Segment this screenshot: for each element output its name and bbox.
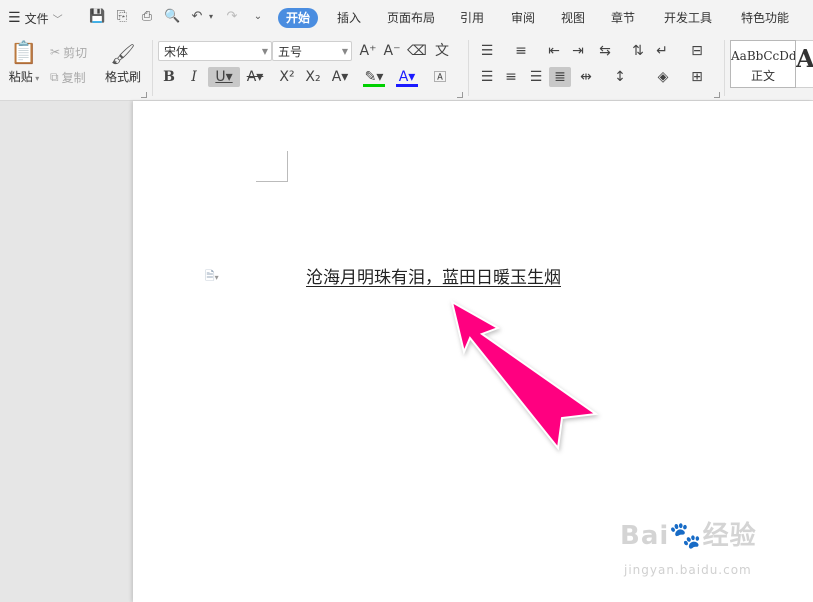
workspace-background [0,101,133,602]
tab-developer-tools[interactable]: 开发工具 [656,8,720,28]
line-spacing-icon[interactable]: ↕ [609,67,631,87]
clipboard-launcher-icon[interactable] [141,92,147,98]
align-right-icon[interactable]: ☰ [525,67,547,87]
paragraph-mark-icon[interactable]: ↵ [651,41,673,61]
tab-insert[interactable]: 插入 [329,8,369,28]
style-heading-sample: A [796,44,813,73]
tab-review[interactable]: 审阅 [503,8,543,28]
paragraph-launcher-icon[interactable] [714,92,720,98]
style-sample-text: AaBbCcDd [731,49,795,63]
chevron-down-icon: ﹀ [52,14,63,26]
paste-button[interactable]: 📋 粘贴 ▾ [6,40,42,85]
print-icon[interactable]: ⎙ [139,9,155,25]
document-text[interactable]: 沧海月明珠有泪，蓝田日暖玉生烟 [306,263,561,288]
cut-button[interactable]: ✂ 剪切 [50,42,87,62]
italic-icon[interactable]: I [183,67,205,87]
output-pdf-icon[interactable]: ⎘ [114,9,130,25]
file-menu-button[interactable]: ☰ 文件 ﹀ [8,6,63,30]
style-normal-label: 正文 [750,69,775,83]
top-menu-bar: ☰ 文件 ﹀ 💾 ⎘ ⎙ 🔍 ↶ ▾ ↷ ⌄ 开始 插入 页面布局 引用 审阅 … [0,0,813,36]
align-left-icon[interactable]: ☰ [476,67,498,87]
tab-stops-icon[interactable]: ⊟ [686,41,708,61]
text-effect-icon[interactable]: A▾ [329,67,351,87]
save-icon[interactable]: 💾 [89,9,105,25]
file-menu-label: 文件 [24,11,49,26]
tab-references[interactable]: 引用 [452,8,492,28]
font-color-icon[interactable]: A▾ [396,67,418,87]
chevron-down-icon: ▼ [341,47,348,56]
chinese-layout-icon[interactable]: ⇆ [594,41,616,61]
annotation-arrow-icon [450,299,599,451]
scissors-icon: ✂ [50,45,61,59]
paragraph-handle-icon[interactable]: 🗎▾ [205,267,229,283]
bullet-list-icon[interactable]: ☰ [476,41,498,61]
more-quick-access-icon[interactable]: ⌄ [250,9,266,25]
style-heading[interactable]: A [796,40,813,88]
cut-label: 剪切 [63,45,88,60]
undo-dropdown-icon[interactable]: ▾ [203,9,219,25]
font-name-value: 宋体 [164,45,189,59]
pinyin-guide-icon[interactable]: 文 [431,41,453,61]
hamburger-icon: ☰ [8,10,21,26]
underline-icon[interactable]: U▾ [208,67,240,87]
format-painter-label: 格式刷 [104,70,141,84]
font-launcher-icon[interactable] [457,92,463,98]
baidu-watermark-url: jingyan.baidu.com [624,563,752,577]
copy-button[interactable]: ⧉ 复制 [50,67,86,87]
page-margin-marker [256,151,288,182]
shading-icon[interactable]: ◈ [652,67,674,87]
justify-icon[interactable]: ≣ [549,67,571,87]
borders-icon[interactable]: ⊞ [686,67,708,87]
redo-icon[interactable]: ↷ [224,9,240,25]
paste-label: 粘贴 [8,70,33,84]
font-name-select[interactable]: 宋体 ▼ [158,41,272,61]
superscript-icon[interactable]: X² [276,67,298,87]
chevron-down-icon: ▼ [261,47,268,56]
divider [724,40,725,96]
style-normal[interactable]: AaBbCcDd 正文 [730,40,796,88]
subscript-icon[interactable]: X₂ [302,67,324,87]
copy-icon: ⧉ [50,69,59,84]
clear-format-icon[interactable]: ⌫ [406,41,428,61]
highlight-icon[interactable]: ✎▾ [363,67,385,87]
font-size-value: 五号 [278,45,303,59]
format-painter-button[interactable]: 🖌 格式刷 [103,40,143,85]
tab-home[interactable]: 开始 [278,8,319,28]
align-center-icon[interactable]: ≡ [500,67,522,87]
character-border-icon[interactable]: 🄰 [429,67,451,87]
divider [468,40,469,96]
decrease-font-icon[interactable]: A⁻ [381,41,403,61]
copy-label: 复制 [61,70,86,85]
tab-special-features[interactable]: 特色功能 [733,8,797,28]
font-size-select[interactable]: 五号 ▼ [272,41,352,61]
sort-icon[interactable]: ⇅ [627,41,649,61]
bold-icon[interactable]: B [158,67,180,87]
increase-font-icon[interactable]: A⁺ [357,41,379,61]
tab-chapter[interactable]: 章节 [603,8,643,28]
strikethrough-icon[interactable]: A▾ [244,67,266,87]
baidu-watermark: Bai🐾经验 [620,521,757,551]
numbered-list-icon[interactable]: ≡ [510,41,532,61]
tab-view[interactable]: 视图 [553,8,593,28]
paste-icon: 📋 [10,41,38,66]
distributed-icon[interactable]: ⇹ [575,67,597,87]
decrease-indent-icon[interactable]: ⇤ [543,41,565,61]
increase-indent-icon[interactable]: ⇥ [567,41,589,61]
brush-icon: 🖌 [110,42,136,66]
print-preview-icon[interactable]: 🔍 [164,9,180,25]
tab-page-layout[interactable]: 页面布局 [379,8,443,28]
divider [152,40,153,96]
